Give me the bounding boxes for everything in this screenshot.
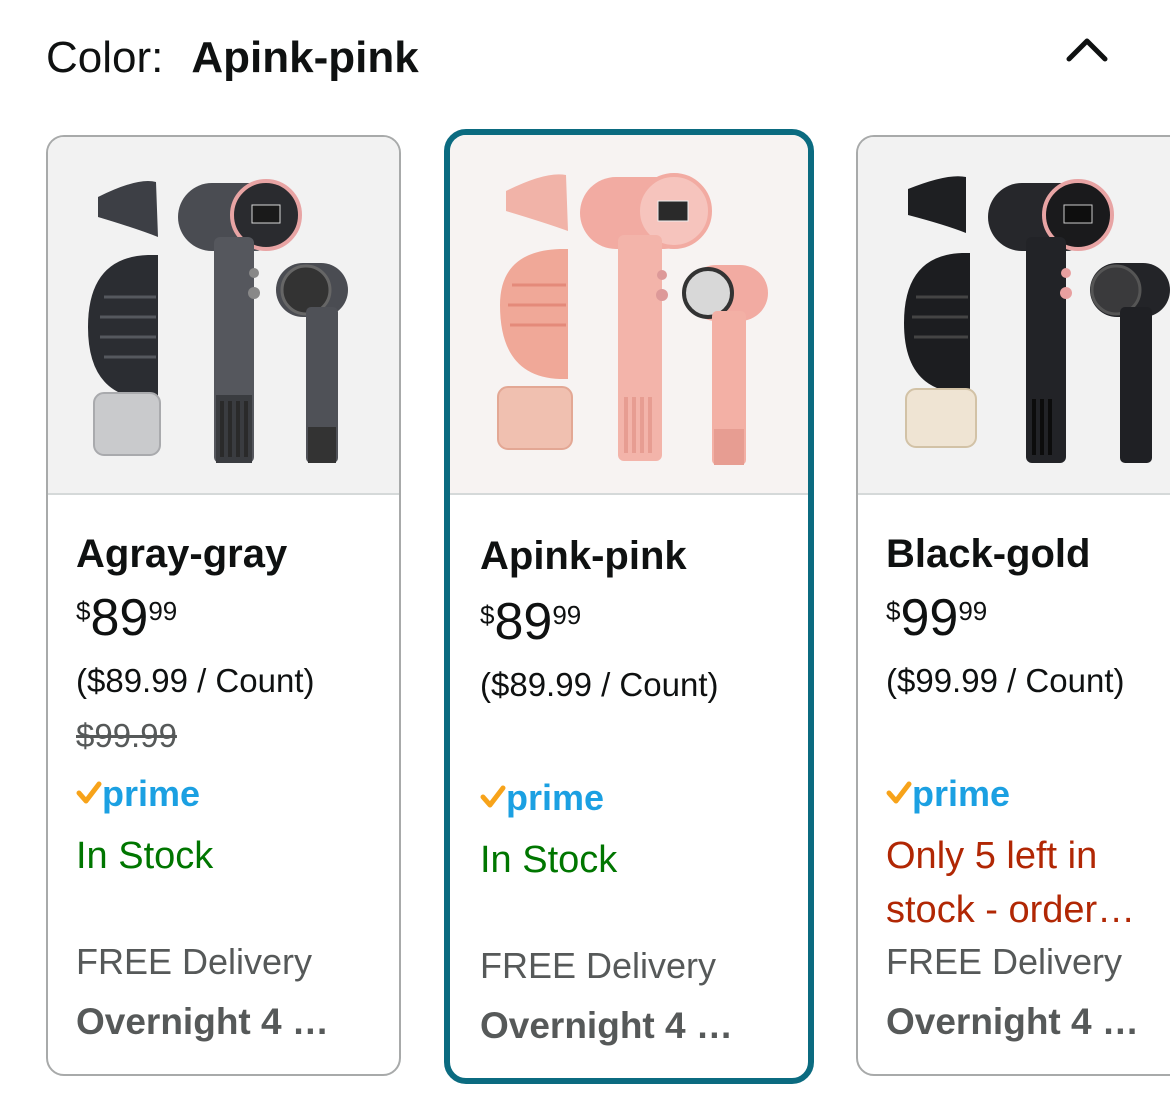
- delivery-label: FREE Delivery: [480, 945, 717, 986]
- prime-check-icon: [886, 781, 912, 804]
- delivery-label: FREE Delivery: [76, 941, 313, 982]
- delivery-time: Overnight 4 …: [76, 1001, 329, 1042]
- delivery-label: FREE Delivery: [886, 941, 1123, 982]
- prime-badge: prime: [480, 777, 604, 821]
- selected-color-value: Apink-pink: [191, 33, 419, 82]
- color-option-black-gold[interactable]: Black-gold $9999 ($99.99 / Count) prime …: [856, 135, 1170, 1076]
- price-symbol: $: [76, 596, 91, 626]
- price: $9999: [886, 592, 987, 644]
- collapse-button[interactable]: [1060, 24, 1114, 72]
- color-label: Color:: [46, 33, 164, 82]
- color-option-apink-pink[interactable]: Apink-pink $8999 ($89.99 / Count) prime …: [444, 129, 814, 1084]
- variant-name: Apink-pink: [480, 534, 687, 578]
- stock-status: Only 5 left in stock - order…: [886, 829, 1170, 937]
- price-whole: 99: [900, 589, 959, 647]
- stock-status: In Stock: [76, 835, 214, 877]
- prime-label: prime: [506, 777, 605, 818]
- color-option-agray-gray[interactable]: Agray-gray $8999 ($89.99 / Count) $99.99…: [46, 135, 401, 1076]
- price-fraction: 99: [552, 600, 582, 630]
- delivery-time: Overnight 4 …: [886, 1001, 1139, 1042]
- stock-line-2: stock - order…: [886, 889, 1136, 931]
- variant-name: Agray-gray: [76, 532, 288, 576]
- unit-price: ($89.99 / Count): [480, 666, 719, 703]
- price-fraction: 99: [148, 596, 178, 626]
- list-price: $99.99: [76, 717, 177, 754]
- color-selector-header: Color: Apink-pink: [46, 30, 419, 86]
- delivery-time: Overnight 4 …: [480, 1005, 733, 1046]
- unit-price: ($89.99 / Count): [76, 662, 315, 699]
- product-image: [858, 137, 1170, 495]
- prime-label: prime: [912, 773, 1011, 814]
- stock-status: In Stock: [480, 839, 618, 881]
- price-symbol: $: [886, 596, 901, 626]
- prime-check-icon: [76, 781, 102, 804]
- chevron-up-icon: [1066, 38, 1108, 62]
- price-whole: 89: [494, 593, 553, 651]
- price: $8999: [480, 596, 581, 648]
- prime-label: prime: [102, 773, 201, 814]
- prime-check-icon: [480, 785, 506, 808]
- variant-name: Black-gold: [886, 532, 1091, 576]
- product-image: [450, 135, 808, 495]
- price-symbol: $: [480, 600, 495, 630]
- price-fraction: 99: [958, 596, 988, 626]
- stock-line-1: Only 5 left in: [886, 835, 1098, 877]
- prime-badge: prime: [76, 773, 200, 817]
- price-whole: 89: [90, 589, 149, 647]
- price: $8999: [76, 592, 177, 644]
- unit-price: ($99.99 / Count): [886, 662, 1125, 699]
- product-image: [48, 137, 399, 495]
- prime-badge: prime: [886, 773, 1010, 817]
